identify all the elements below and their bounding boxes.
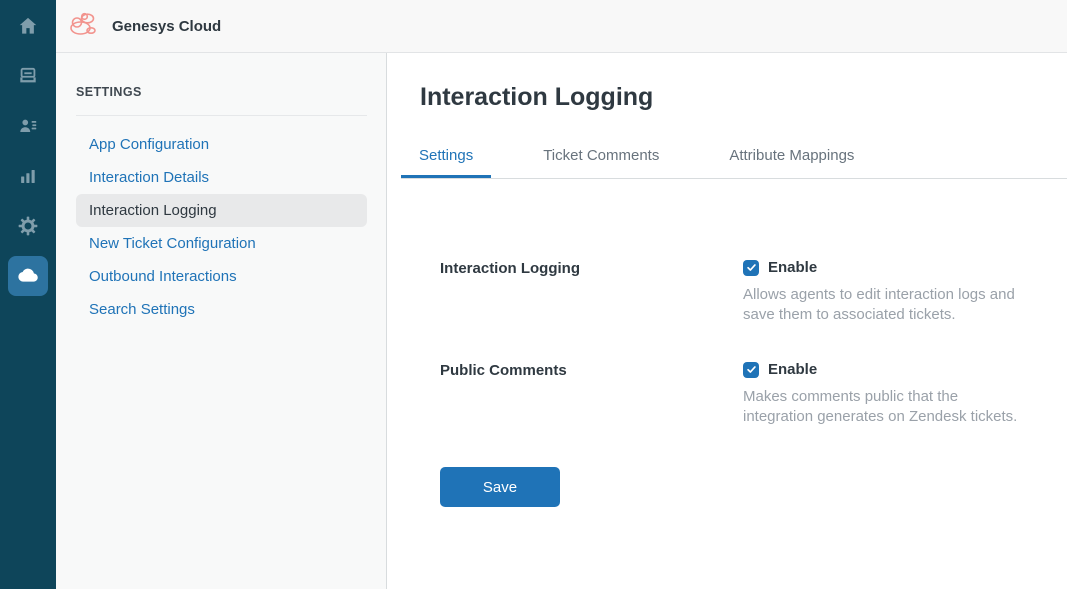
field-control: Enable Makes comments public that the in… (743, 361, 1023, 427)
cloud-app-icon[interactable] (8, 256, 48, 296)
field-label-interaction-logging: Interaction Logging (440, 259, 743, 325)
field-label-public-comments: Public Comments (440, 361, 743, 427)
form-row-interaction-logging: Interaction Logging Enable Allows agents… (440, 259, 1067, 325)
sidebar-item-app-configuration[interactable]: App Configuration (76, 128, 367, 161)
enable-checkbox-row-public-comments[interactable]: Enable (743, 361, 1023, 378)
sidebar-item-search-settings[interactable]: Search Settings (76, 293, 367, 326)
customers-icon[interactable] (8, 106, 48, 146)
sidebar-item-interaction-logging[interactable]: Interaction Logging (76, 194, 367, 227)
app-frame: Genesys Cloud SETTINGS App Configuration… (56, 0, 1067, 589)
tab-settings[interactable]: Settings (401, 136, 491, 178)
field-description: Makes comments public that the integrati… (743, 387, 1023, 427)
sidebar-heading: SETTINGS (76, 85, 367, 99)
checkbox-checked-icon[interactable] (743, 260, 759, 276)
page-title: Interaction Logging (420, 83, 1067, 112)
sidebar-item-new-ticket-configuration[interactable]: New Ticket Configuration (76, 227, 367, 260)
sidebar-item-outbound-interactions[interactable]: Outbound Interactions (76, 260, 367, 293)
admin-gear-icon[interactable] (8, 206, 48, 246)
sidebar-nav: App Configuration Interaction Details In… (76, 128, 367, 326)
checkbox-label[interactable]: Enable (768, 259, 817, 276)
tab-bar: Settings Ticket Comments Attribute Mappi… (401, 136, 1067, 179)
form-row-public-comments: Public Comments Enable Makes comments pu… (440, 361, 1067, 427)
home-icon[interactable] (8, 6, 48, 46)
settings-sidebar: SETTINGS App Configuration Interaction D… (56, 53, 387, 589)
topbar: Genesys Cloud (56, 0, 1067, 53)
field-control: Enable Allows agents to edit interaction… (743, 259, 1023, 325)
enable-checkbox-row-interaction-logging[interactable]: Enable (743, 259, 1023, 276)
sidebar-item-interaction-details[interactable]: Interaction Details (76, 161, 367, 194)
settings-form: Interaction Logging Enable Allows agents… (440, 259, 1067, 507)
brand-title: Genesys Cloud (112, 18, 221, 35)
sidebar-divider (76, 115, 367, 116)
tab-ticket-comments[interactable]: Ticket Comments (525, 136, 677, 178)
genesys-logo-icon (66, 9, 100, 44)
tickets-icon[interactable] (8, 56, 48, 96)
product-rail (0, 0, 56, 589)
tab-attribute-mappings[interactable]: Attribute Mappings (711, 136, 872, 178)
checkbox-checked-icon[interactable] (743, 362, 759, 378)
checkbox-label[interactable]: Enable (768, 361, 817, 378)
main-panel: Interaction Logging Settings Ticket Comm… (387, 53, 1067, 589)
reports-icon[interactable] (8, 156, 48, 196)
field-description: Allows agents to edit interaction logs a… (743, 285, 1023, 325)
save-button[interactable]: Save (440, 467, 560, 507)
